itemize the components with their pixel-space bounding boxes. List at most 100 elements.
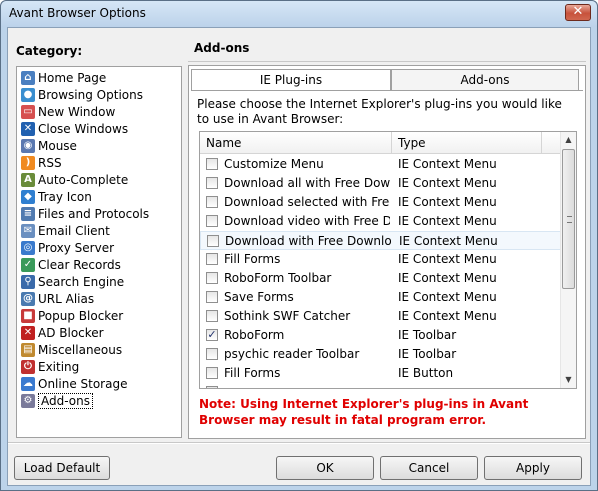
plugin-row[interactable]: Sothink SWF Catcher IE Context Menu xyxy=(200,307,562,326)
instructions-text: Please choose the Internet Explorer's pl… xyxy=(197,97,562,126)
plugin-type: IE Toolbar xyxy=(398,347,457,361)
plugin-checkbox[interactable] xyxy=(206,291,218,303)
panel-title: Add-ons xyxy=(188,36,586,62)
category-heading: Category: xyxy=(16,44,83,58)
apply-button[interactable]: Apply xyxy=(484,456,582,480)
category-item-label: Search Engine xyxy=(38,274,125,289)
tray-icon: ◆ xyxy=(21,189,35,204)
plugin-type: IE Toolbar xyxy=(398,328,457,342)
addons-icon: ⚙ xyxy=(21,393,35,408)
category-item[interactable]: ⚲ Search Engine xyxy=(17,273,181,290)
plugin-checkbox[interactable] xyxy=(206,386,218,388)
category-item-label: Close Windows xyxy=(38,121,129,136)
bottom-separator xyxy=(8,442,590,444)
plugin-checkbox[interactable]: ✓ xyxy=(206,329,218,341)
email-icon: ✉ xyxy=(21,223,35,238)
category-item[interactable]: ▭ New Window xyxy=(17,103,181,120)
category-item-label: RSS xyxy=(38,155,62,170)
category-item[interactable]: ◆ Tray Icon xyxy=(17,188,181,205)
category-item-label: Exiting xyxy=(38,359,80,374)
category-item[interactable]: ✕ Close Windows xyxy=(17,120,181,137)
cancel-button[interactable]: Cancel xyxy=(380,456,478,480)
category-item[interactable]: ) RSS xyxy=(17,154,181,171)
category-item-label: Browsing Options xyxy=(38,87,143,102)
category-item[interactable]: @ URL Alias xyxy=(17,290,181,307)
plugin-row[interactable]: Download all with Free Downl... IE Contex… xyxy=(200,174,562,193)
category-item[interactable]: ≡ Files and Protocols xyxy=(17,205,181,222)
checkmark-icon: ✓ xyxy=(207,328,217,341)
plugin-row[interactable]: Download video with Free Do... IE Context… xyxy=(200,212,562,231)
plugin-checkbox[interactable] xyxy=(207,235,219,247)
plugin-row[interactable]: ✓ RoboForm IE Toolbar xyxy=(200,326,562,345)
category-item-label: AD Blocker xyxy=(38,325,104,340)
close-button[interactable]: ✕ xyxy=(565,4,591,21)
plugin-row[interactable]: Download selected with Free ... IE Contex… xyxy=(200,193,562,212)
load-default-button[interactable]: Load Default xyxy=(14,456,110,480)
plugin-row[interactable]: Save Forms IE Context Menu xyxy=(200,288,562,307)
category-item[interactable]: A Auto-Complete xyxy=(17,171,181,188)
plugin-name: Save Forms xyxy=(224,290,294,304)
title-bar[interactable]: Avant Browser Options ✕ xyxy=(1,1,597,27)
list-header: Name Type xyxy=(200,132,562,154)
plugin-name: Download selected with Free ... xyxy=(224,195,390,209)
plugin-type: IE Context Menu xyxy=(398,252,497,266)
files-icon: ≡ xyxy=(21,206,35,221)
vertical-scrollbar[interactable]: ▲ ▼ xyxy=(560,132,576,388)
tab-ie-plugins[interactable]: IE Plug-ins xyxy=(191,69,391,91)
plugin-type: IE Context Menu xyxy=(398,157,497,171)
category-item[interactable]: ⏻ Exiting xyxy=(17,358,181,375)
scroll-thumb[interactable] xyxy=(562,149,575,289)
plugin-type: IE Button xyxy=(398,366,454,380)
scroll-down-icon[interactable]: ▼ xyxy=(561,372,576,388)
category-item[interactable]: ⚙ Add-ons xyxy=(17,392,181,409)
category-item[interactable]: ◉ Mouse xyxy=(17,137,181,154)
category-item[interactable]: ✓ Clear Records xyxy=(17,256,181,273)
plugin-row[interactable]: Fill Forms IE Button xyxy=(200,364,562,383)
plugin-name: RoboForm xyxy=(224,328,285,342)
column-header-type[interactable]: Type xyxy=(392,132,542,154)
plugin-list[interactable]: Name Type Customize Menu IE Context Menu D… xyxy=(199,131,577,389)
category-item[interactable]: ■ Popup Blocker xyxy=(17,307,181,324)
plugin-checkbox[interactable] xyxy=(206,348,218,360)
column-header-name[interactable]: Name xyxy=(200,132,392,154)
category-item-label: Popup Blocker xyxy=(38,308,124,323)
proxy-icon: ◎ xyxy=(21,240,35,255)
plugin-checkbox[interactable] xyxy=(206,272,218,284)
plugin-checkbox[interactable] xyxy=(206,177,218,189)
auto-complete-icon: A xyxy=(21,172,35,187)
plugin-checkbox[interactable] xyxy=(206,253,218,265)
plugin-row[interactable] xyxy=(200,383,562,388)
plugin-checkbox[interactable] xyxy=(206,367,218,379)
plugin-checkbox[interactable] xyxy=(206,215,218,227)
category-item-label: Tray Icon xyxy=(38,189,92,204)
plugin-row[interactable]: RoboForm Toolbar IE Context Menu xyxy=(200,269,562,288)
category-item[interactable]: ▤ Miscellaneous xyxy=(17,341,181,358)
category-item-label: Mouse xyxy=(38,138,77,153)
category-item[interactable]: ● Browsing Options xyxy=(17,86,181,103)
category-item-label: Online Storage xyxy=(38,376,128,391)
plugin-checkbox[interactable] xyxy=(206,158,218,170)
ok-button[interactable]: OK xyxy=(276,456,374,480)
tab-add-ons[interactable]: Add-ons xyxy=(391,69,579,91)
plugin-type: IE Context Menu xyxy=(398,176,497,190)
category-list[interactable]: ⌂ Home Page ● Browsing Options ▭ New Window ✕ C… xyxy=(16,66,182,438)
plugin-checkbox[interactable] xyxy=(206,196,218,208)
plugin-checkbox[interactable] xyxy=(206,310,218,322)
plugin-row[interactable]: Customize Menu IE Context Menu xyxy=(200,155,562,174)
plugin-type: IE Context Menu xyxy=(398,214,497,228)
plugin-type: IE Context Menu xyxy=(398,290,497,304)
scroll-up-icon[interactable]: ▲ xyxy=(561,132,576,148)
plugin-row[interactable]: psychic reader Toolbar IE Toolbar xyxy=(200,345,562,364)
category-item[interactable]: ✕ AD Blocker xyxy=(17,324,181,341)
category-item[interactable]: ◎ Proxy Server xyxy=(17,239,181,256)
window-icon: ▭ xyxy=(21,104,35,119)
plugin-row[interactable]: Fill Forms IE Context Menu xyxy=(200,250,562,269)
grip-icon xyxy=(567,216,572,223)
plugin-row[interactable]: Download with Free Downloa... IE Context … xyxy=(200,231,562,250)
category-item-label: Home Page xyxy=(38,70,107,85)
close-icon: ✕ xyxy=(572,4,584,19)
category-item[interactable]: ☁ Online Storage xyxy=(17,375,181,392)
category-item[interactable]: ⌂ Home Page xyxy=(17,69,181,86)
plugin-type: IE Context Menu xyxy=(398,195,497,209)
category-item[interactable]: ✉ Email Client xyxy=(17,222,181,239)
